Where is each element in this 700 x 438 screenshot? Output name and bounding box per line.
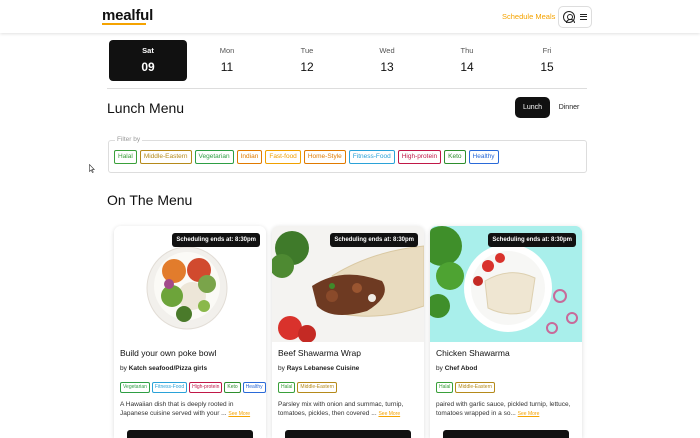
day-number: 09 — [141, 60, 155, 74]
day-tab-thu[interactable]: Thu 14 — [428, 40, 506, 81]
day-selector: Sat 09 Mon 11 Tue 12 Wed 13 Thu 14 Fri 1… — [107, 40, 587, 84]
meal-card[interactable]: Scheduling ends at: 8:30pm Build your ow… — [114, 226, 266, 438]
filter-chip[interactable]: Middle-Eastern — [139, 150, 192, 164]
vendor-line: by Chef Abod — [436, 365, 477, 372]
day-number: 14 — [460, 60, 474, 74]
schedule-meals-link[interactable]: Schedule Meals — [502, 12, 555, 21]
filter-chip-list: Halal Middle-Eastern Vegetarian Indian Fast-… — [114, 150, 499, 164]
day-tab-sat[interactable]: Sat 09 — [109, 40, 187, 81]
divider — [107, 88, 587, 89]
lunch-toggle-button[interactable]: Lunch — [515, 97, 550, 118]
filter-chip[interactable]: Keto — [444, 150, 466, 164]
meal-tag: Halal — [278, 382, 296, 393]
meal-tag: Fitness-Food — [151, 382, 188, 393]
user-menu-button[interactable] — [558, 6, 592, 28]
vendor-line: by Rays Lebanese Cuisine — [278, 365, 359, 372]
vendor-name: Katch seafood/Pizza girls — [128, 365, 208, 372]
meal-name[interactable]: Chicken Shawarma — [436, 348, 510, 358]
filter-chip[interactable]: Fitness-Food — [348, 150, 395, 164]
meal-tag: Middle-Eastern — [297, 382, 338, 393]
day-tab-tue[interactable]: Tue 12 — [268, 40, 346, 81]
day-number: 11 — [220, 60, 234, 74]
day-name: Tue — [300, 46, 314, 55]
vendor-prefix: by — [436, 365, 443, 372]
add-meal-button[interactable] — [127, 430, 253, 438]
see-more-link[interactable]: See More — [518, 411, 540, 417]
filter-chip[interactable]: High-protein — [397, 150, 442, 164]
logo[interactable]: mealful — [102, 7, 153, 24]
day-name: Thu — [460, 46, 474, 55]
scheduling-badge: Scheduling ends at: 8:30pm — [330, 233, 418, 247]
meal-tag: Middle-Eastern — [455, 382, 496, 393]
top-header: mealful Schedule Meals — [0, 0, 700, 33]
filter-chip[interactable]: Home-Style — [303, 150, 346, 164]
see-more-link[interactable]: See More — [228, 411, 250, 417]
meal-tag: Keto — [224, 382, 241, 393]
meal-tag: High-protein — [189, 382, 223, 393]
day-tab-wed[interactable]: Wed 13 — [348, 40, 426, 81]
add-meal-button[interactable] — [443, 430, 569, 438]
meal-tag: Healthy — [242, 382, 266, 393]
meal-card[interactable]: Scheduling ends at: 8:30pm Beef Shawarma… — [272, 226, 424, 438]
dinner-toggle-button[interactable]: Dinner — [553, 97, 585, 118]
filter-chip[interactable]: Vegetarian — [194, 150, 234, 164]
meal-name[interactable]: Beef Shawarma Wrap — [278, 348, 361, 358]
logo-underline — [102, 23, 146, 25]
meal-tags: Halal Middle-Eastern — [278, 382, 338, 393]
meal-description: paired with garlic sauce, pickled turnip… — [436, 400, 578, 419]
day-name: Wed — [379, 46, 395, 55]
meal-tag: Halal — [436, 382, 454, 393]
description-text: A Hawaiian dish that is deeply rooted in… — [120, 401, 234, 418]
meal-description: Parsley mix with onion and summac, turni… — [278, 400, 420, 419]
mouse-cursor-icon — [89, 164, 95, 173]
add-meal-button[interactable] — [285, 430, 411, 438]
day-number: 12 — [300, 60, 314, 74]
day-tab-mon[interactable]: Mon 11 — [188, 40, 266, 81]
section-title: On The Menu — [107, 192, 193, 208]
vendor-name: Chef Abod — [444, 365, 478, 372]
hamburger-icon — [580, 14, 587, 20]
scheduling-badge: Scheduling ends at: 8:30pm — [488, 233, 576, 247]
day-name: Sat — [142, 46, 154, 55]
see-more-link[interactable]: See More — [378, 411, 400, 417]
meal-tag: Vegetarian — [120, 382, 150, 393]
filter-chip[interactable]: Indian — [236, 150, 263, 164]
filter-panel: Filter by Halal Middle-Eastern Vegetarian I… — [108, 136, 587, 173]
meal-description: A Hawaiian dish that is deeply rooted in… — [120, 400, 262, 419]
day-name: Mon — [219, 46, 235, 55]
meal-name[interactable]: Build your own poke bowl — [120, 348, 216, 358]
meal-tags: Halal Middle-Eastern — [436, 382, 496, 393]
filter-legend: Filter by — [115, 136, 143, 143]
meal-card[interactable]: Scheduling ends at: 8:30pm Chicken Shawa… — [430, 226, 582, 438]
meal-tags: Vegetarian Fitness-Food High-protein Keto He… — [120, 382, 266, 393]
filter-chip[interactable]: Fast-food — [265, 150, 301, 164]
user-icon — [563, 11, 575, 23]
day-name: Fri — [542, 46, 552, 55]
vendor-line: by Katch seafood/Pizza girls — [120, 365, 207, 372]
page-title: Lunch Menu — [107, 100, 185, 116]
vendor-prefix: by — [120, 365, 127, 372]
day-number: 13 — [380, 60, 394, 74]
day-number: 15 — [540, 60, 554, 74]
day-tab-fri[interactable]: Fri 15 — [508, 40, 586, 81]
scheduling-badge: Scheduling ends at: 8:30pm — [172, 233, 260, 247]
description-text: paired with garlic sauce, pickled turnip… — [436, 401, 571, 418]
vendor-name: Rays Lebanese Cuisine — [286, 365, 360, 372]
filter-chip[interactable]: Healthy — [468, 150, 499, 164]
filter-chip[interactable]: Halal — [114, 150, 137, 164]
vendor-prefix: by — [278, 365, 285, 372]
